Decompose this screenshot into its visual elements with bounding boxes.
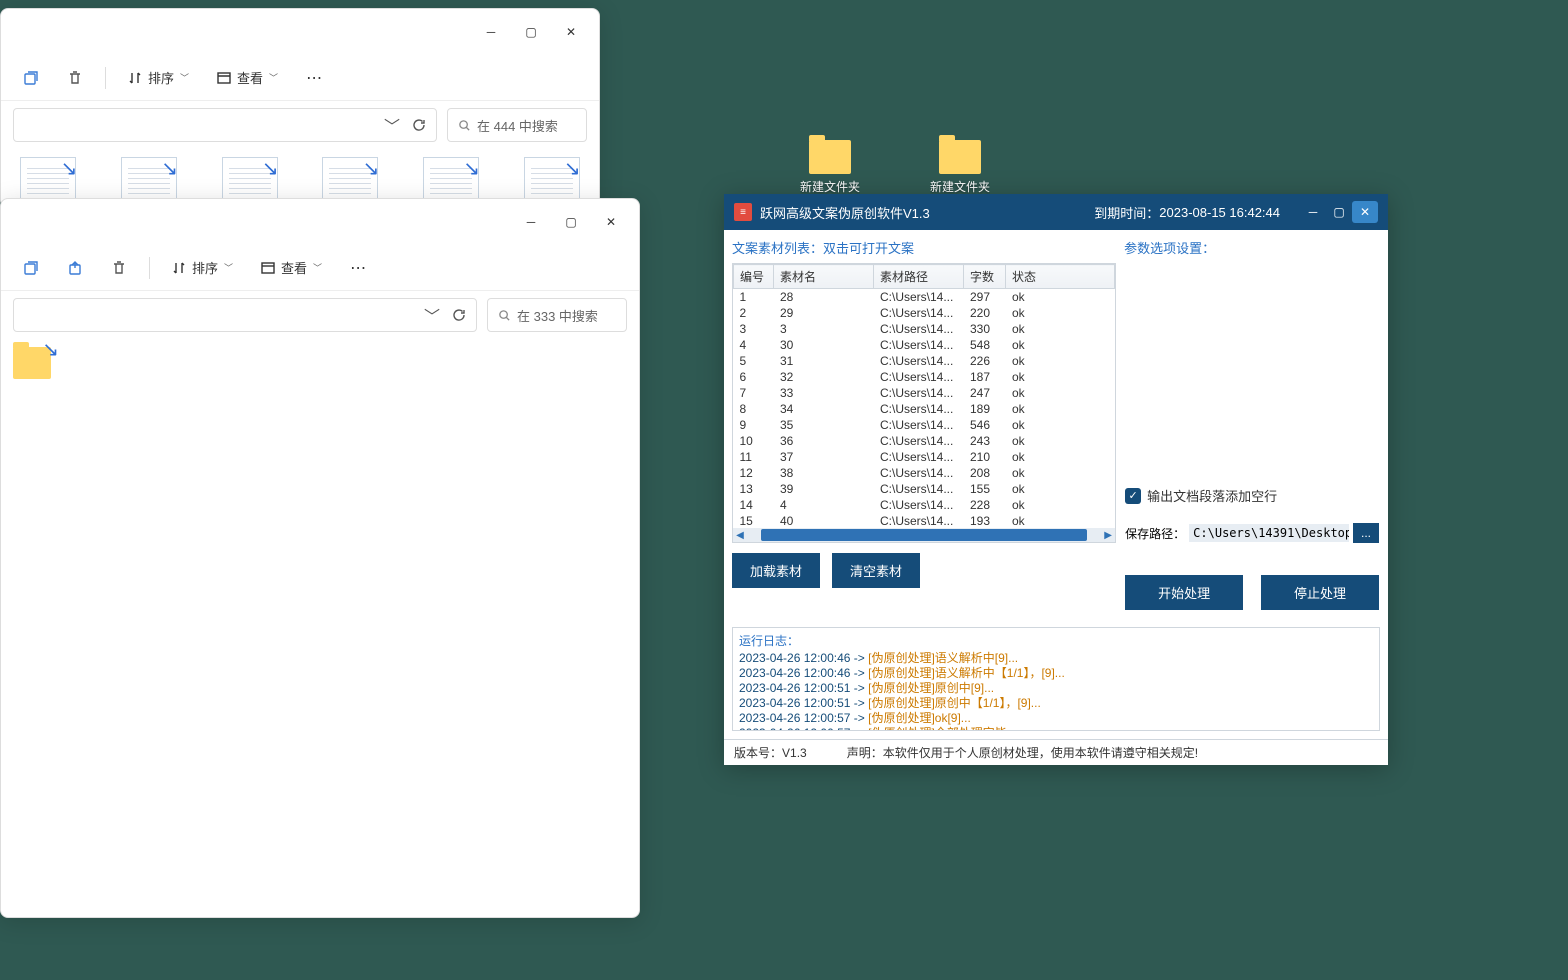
clear-material-button[interactable]: 清空素材 xyxy=(832,553,920,588)
table-row[interactable]: 531C:\Users\14...226ok xyxy=(734,353,1115,369)
table-row[interactable]: 935C:\Users\14...546ok xyxy=(734,417,1115,433)
log-line: 2023-04-26 12:00:46 -> [伪原创处理]语义解析中[9]..… xyxy=(739,651,1373,666)
refresh-icon[interactable] xyxy=(452,308,466,322)
table-row[interactable]: 1036C:\Users\14...243ok xyxy=(734,433,1115,449)
share-out-icon[interactable] xyxy=(57,250,93,286)
log-line: 2023-04-26 12:00:46 -> [伪原创处理]语义解析中【1/1】… xyxy=(739,666,1373,681)
maximize-button[interactable]: ▢ xyxy=(1326,201,1352,223)
expiry-label: 到期时间： xyxy=(1094,203,1159,222)
sort-button[interactable]: 排序﹀ xyxy=(118,60,199,96)
address-bar[interactable]: ﹀ xyxy=(13,298,477,332)
chevron-down-icon[interactable]: ﹀ xyxy=(424,303,440,327)
table-row[interactable]: 229C:\Users\14...220ok xyxy=(734,305,1115,321)
view-button[interactable]: 查看﹀ xyxy=(207,60,288,96)
expiry-value: 2023-08-15 16:42:44 xyxy=(1159,205,1280,220)
explorer-window-333: ─ ▢ ✕ 排序﹀ 查看﹀ ⋯ ﹀ xyxy=(0,198,640,918)
table-row[interactable]: 632C:\Users\14...187ok xyxy=(734,369,1115,385)
table-row[interactable]: 1540C:\Users\14...193ok xyxy=(734,513,1115,529)
log-line: 2023-04-26 12:00:57 -> [伪原创处理]全部处理完毕... xyxy=(739,726,1373,731)
save-path-label: 保存路径： xyxy=(1125,525,1185,542)
table-row[interactable]: 430C:\Users\14...548ok xyxy=(734,337,1115,353)
log-label: 运行日志： xyxy=(739,632,1373,649)
table-row[interactable]: 1137C:\Users\14...210ok xyxy=(734,449,1115,465)
material-list-label: 文案素材列表：双击可打开文案 xyxy=(732,238,1116,257)
table-row[interactable]: 1238C:\Users\14...208ok xyxy=(734,465,1115,481)
pseudooriginal-app-window: ≡ 跃网高级文案伪原创软件V1.3 到期时间： 2023-08-15 16:42… xyxy=(724,194,1388,765)
log-panel[interactable]: 运行日志： 2023-04-26 12:00:46 -> [伪原创处理]语义解析… xyxy=(732,627,1380,731)
explorer-window-444: ─ ▢ ✕ 排序﹀ 查看﹀ ⋯ ﹀ 在 444 中搜索 xyxy=(0,8,600,208)
version-value: V1.3 xyxy=(782,746,807,760)
stop-process-button[interactable]: 停止处理 xyxy=(1261,575,1379,610)
share-icon[interactable] xyxy=(13,60,49,96)
close-button[interactable]: ✕ xyxy=(591,207,631,237)
start-process-button[interactable]: 开始处理 xyxy=(1125,575,1243,610)
checkbox-checked-icon: ✓ xyxy=(1125,488,1141,504)
version-label: 版本号： xyxy=(734,746,782,760)
col-index[interactable]: 编号 xyxy=(734,265,774,289)
horizontal-scrollbar[interactable]: ◀▶ xyxy=(733,528,1115,542)
desktop-folder-label: 新建文件夹 xyxy=(800,178,860,195)
log-line: 2023-04-26 12:00:57 -> [伪原创处理]ok[9]... xyxy=(739,711,1373,726)
chevron-down-icon[interactable]: ﹀ xyxy=(384,113,400,137)
table-row[interactable]: 128C:\Users\14...297ok xyxy=(734,289,1115,306)
delete-icon[interactable] xyxy=(57,60,93,96)
refresh-icon[interactable] xyxy=(412,118,426,132)
sort-button[interactable]: 排序﹀ xyxy=(162,250,243,286)
close-button[interactable]: ✕ xyxy=(551,17,591,47)
minimize-button[interactable]: ─ xyxy=(1300,201,1326,223)
table-row[interactable]: 733C:\Users\14...247ok xyxy=(734,385,1115,401)
folder-item[interactable]: ↘ xyxy=(13,347,73,379)
table-row[interactable]: 144C:\Users\14...228ok xyxy=(734,497,1115,513)
save-path-field[interactable]: C:\Users\14391\Desktop\444 xyxy=(1189,524,1349,542)
log-line: 2023-04-26 12:00:51 -> [伪原创处理]原创中[9]... xyxy=(739,681,1373,696)
desktop-folder-2[interactable]: 新建文件夹 xyxy=(930,140,990,195)
desktop-folder-1[interactable]: 新建文件夹 xyxy=(800,140,860,195)
minimize-button[interactable]: ─ xyxy=(511,207,551,237)
col-status[interactable]: 状态 xyxy=(1006,265,1115,289)
col-words[interactable]: 字数 xyxy=(964,265,1006,289)
search-input[interactable]: 在 333 中搜索 xyxy=(487,298,627,332)
maximize-button[interactable]: ▢ xyxy=(511,17,551,47)
search-input[interactable]: 在 444 中搜索 xyxy=(447,108,587,142)
app-logo-icon: ≡ xyxy=(734,203,752,221)
log-line: 2023-04-26 12:00:51 -> [伪原创处理]原创中【1/1】，[… xyxy=(739,696,1373,711)
disclaimer-label: 声明： xyxy=(847,746,883,760)
load-material-button[interactable]: 加载素材 xyxy=(732,553,820,588)
more-button[interactable]: ⋯ xyxy=(340,258,376,278)
material-table[interactable]: 编号 素材名 素材路径 字数 状态 128C:\Users\14...297ok… xyxy=(732,263,1116,543)
view-button[interactable]: 查看﹀ xyxy=(251,250,332,286)
table-row[interactable]: 33C:\Users\14...330ok xyxy=(734,321,1115,337)
param-section-label: 参数选项设置： xyxy=(1124,238,1380,257)
close-button[interactable]: ✕ xyxy=(1352,201,1378,223)
add-blank-line-checkbox[interactable]: ✓ 输出文档段落添加空行 xyxy=(1125,486,1379,505)
desktop-folder-label: 新建文件夹 xyxy=(930,178,990,195)
file-list: ↘ xyxy=(1,339,639,387)
more-button[interactable]: ⋯ xyxy=(296,68,332,88)
table-row[interactable]: 834C:\Users\14...189ok xyxy=(734,401,1115,417)
delete-icon[interactable] xyxy=(101,250,137,286)
address-bar[interactable]: ﹀ xyxy=(13,108,437,142)
table-row[interactable]: 1339C:\Users\14...155ok xyxy=(734,481,1115,497)
share-icon[interactable] xyxy=(13,250,49,286)
browse-path-button[interactable]: ... xyxy=(1353,523,1379,543)
app-title: 跃网高级文案伪原创软件V1.3 xyxy=(760,203,930,222)
col-path[interactable]: 素材路径 xyxy=(874,265,964,289)
maximize-button[interactable]: ▢ xyxy=(551,207,591,237)
minimize-button[interactable]: ─ xyxy=(471,17,511,47)
col-name[interactable]: 素材名 xyxy=(774,265,874,289)
disclaimer-text: 本软件仅用于个人原创材处理，使用本软件请遵守相关规定! xyxy=(883,746,1198,760)
